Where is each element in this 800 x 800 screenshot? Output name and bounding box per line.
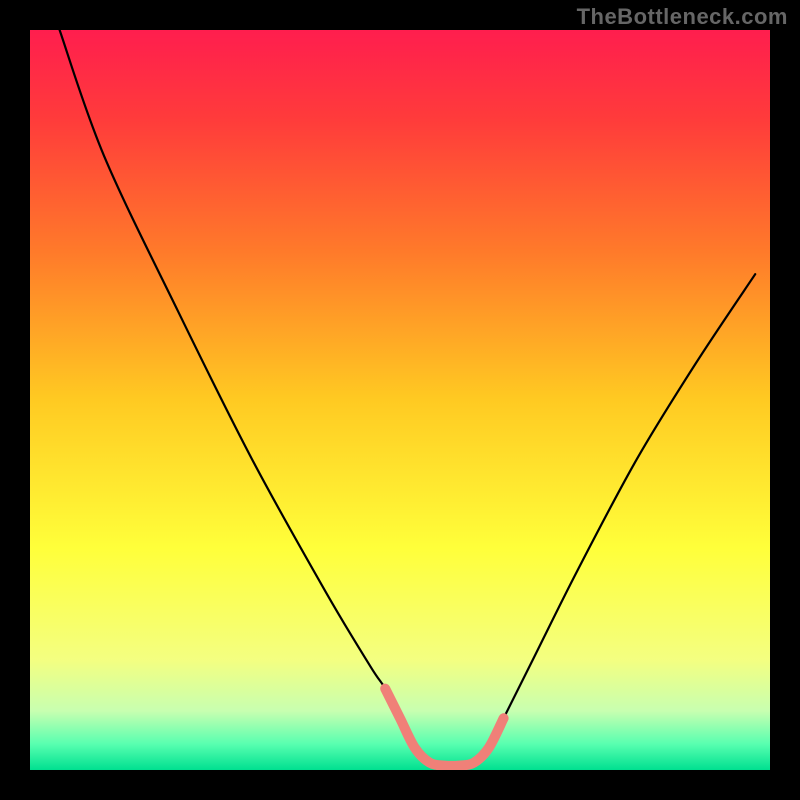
- plot-svg: [30, 30, 770, 770]
- gradient-background: [30, 30, 770, 770]
- plot-area: [30, 30, 770, 770]
- chart-frame: TheBottleneck.com: [0, 0, 800, 800]
- watermark-label: TheBottleneck.com: [577, 4, 788, 30]
